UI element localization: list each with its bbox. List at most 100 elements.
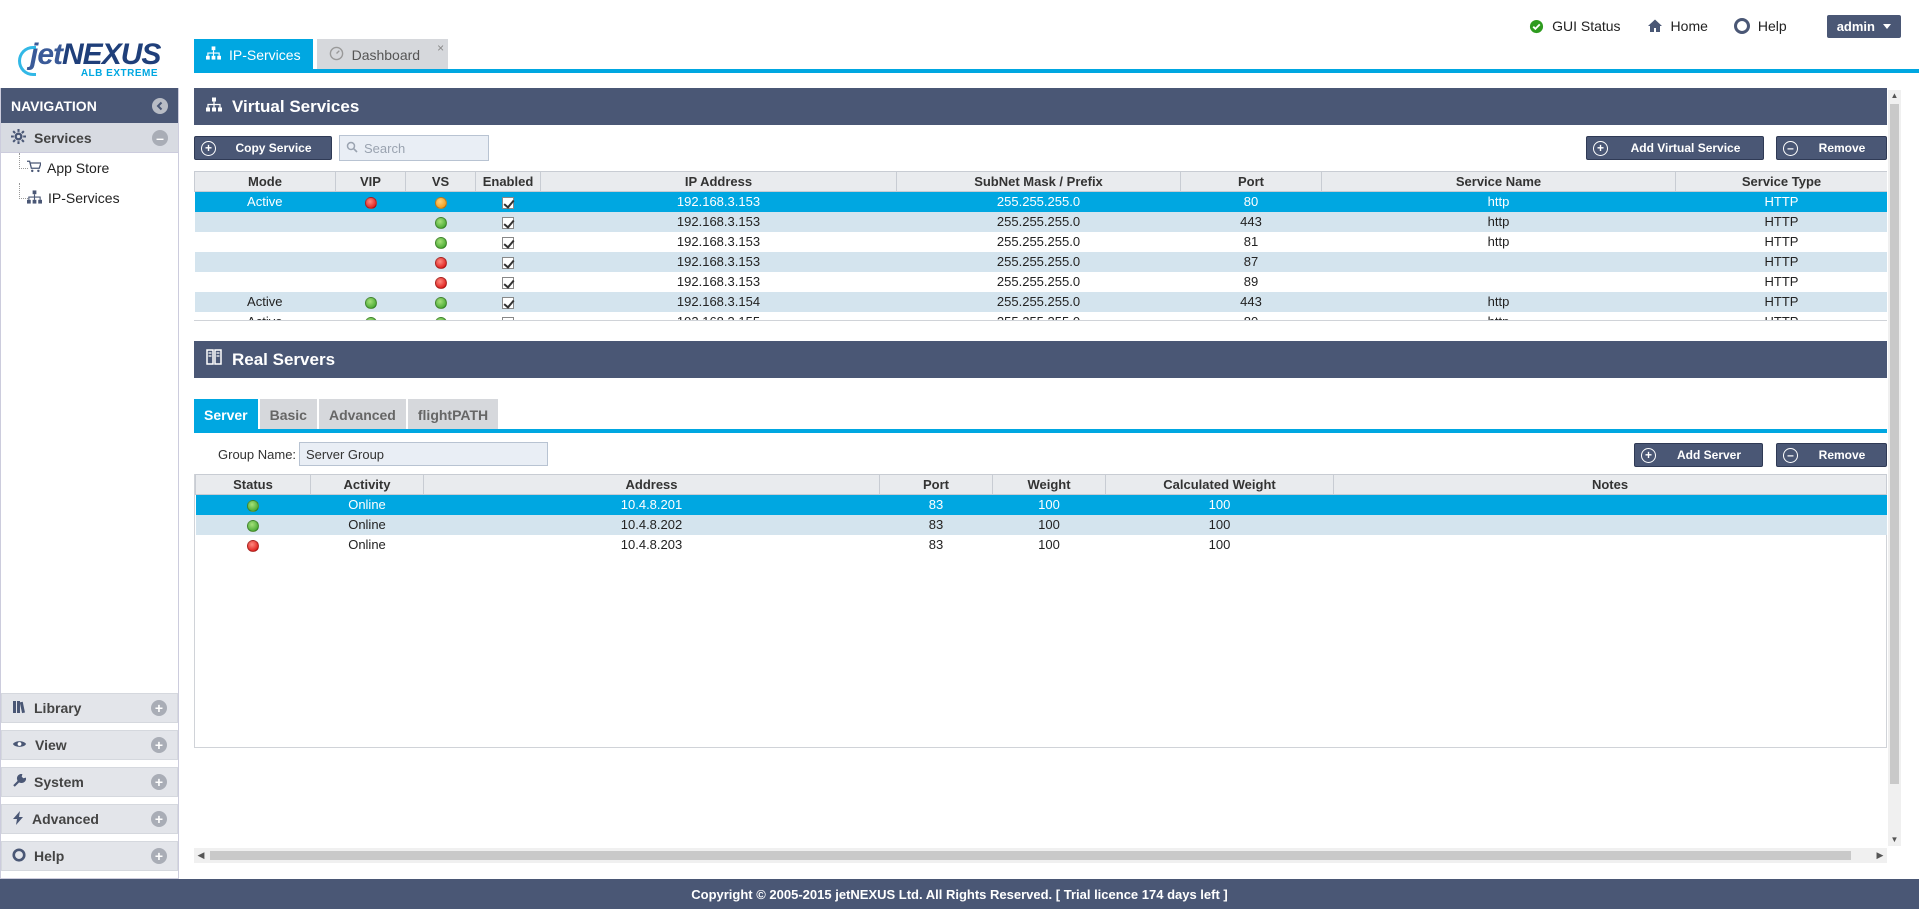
tab-dashboard[interactable]: Dashboard × xyxy=(316,39,449,70)
col-status[interactable]: Status xyxy=(195,474,311,495)
col-activity[interactable]: Activity xyxy=(310,474,424,495)
cell-address: 10.4.8.203 xyxy=(620,537,683,552)
user-menu-button[interactable]: admin xyxy=(1826,14,1901,38)
table-row[interactable]: 192.168.3.153 255.255.255.0 87 HTTP xyxy=(194,251,1887,272)
col-address[interactable]: Address xyxy=(423,474,880,495)
status-red-icon xyxy=(246,539,259,552)
group-name-field[interactable]: Server Group xyxy=(299,442,548,466)
col-port[interactable]: Port xyxy=(879,474,993,495)
expand-icon[interactable]: + xyxy=(151,774,167,790)
check-circle-icon xyxy=(1528,18,1544,34)
cell-port: 443 xyxy=(1180,211,1322,232)
remove-server-button[interactable]: – Remove xyxy=(1776,443,1887,467)
col-ip-address[interactable]: IP Address xyxy=(540,171,897,192)
cell-enabled xyxy=(476,272,541,292)
status-red-icon xyxy=(434,276,447,289)
network-icon xyxy=(206,97,222,117)
col-calculated-weight[interactable]: Calculated Weight xyxy=(1105,474,1334,495)
col-vip[interactable]: VIP xyxy=(335,171,406,192)
table-row[interactable]: Online 10.4.8.203 83 100 100 xyxy=(196,535,1887,555)
scroll-down-icon[interactable]: ▼ xyxy=(1888,834,1901,846)
tab-advanced[interactable]: Advanced xyxy=(318,399,406,430)
collapse-sidebar-icon[interactable] xyxy=(152,97,168,114)
col-mode[interactable]: Mode xyxy=(194,171,336,192)
tab-server[interactable]: Server xyxy=(194,399,258,430)
help-link[interactable]: Help xyxy=(1733,18,1787,34)
enabled-checkbox[interactable] xyxy=(502,196,514,209)
table-row[interactable]: Online 10.4.8.202 83 100 100 xyxy=(195,514,1887,535)
cell-vip xyxy=(336,312,406,320)
nav-item-ip-services[interactable]: IP-Services xyxy=(1,183,178,213)
add-server-button[interactable]: + Add Server xyxy=(1634,443,1763,467)
scrollbar-thumb[interactable] xyxy=(1890,104,1899,784)
col-service-type[interactable]: Service Type xyxy=(1675,171,1887,192)
table-row[interactable]: 192.168.3.153 255.255.255.0 443 http HTTP xyxy=(194,211,1887,232)
cell-address: 10.4.8.201 xyxy=(423,494,880,515)
enabled-checkbox[interactable] xyxy=(502,236,514,249)
enabled-checkbox[interactable] xyxy=(502,216,514,229)
nav-section-services[interactable]: Services – xyxy=(1,123,178,153)
col-subnet[interactable]: SubNet Mask / Prefix xyxy=(896,171,1181,192)
nav-section-view[interactable]: View + xyxy=(1,730,178,760)
tab-ip-services[interactable]: IP-Services xyxy=(194,39,313,70)
scroll-right-icon[interactable]: ▶ xyxy=(1873,848,1887,863)
copy-service-button[interactable]: + Copy Service xyxy=(194,136,332,160)
remove-virtual-service-button[interactable]: – Remove xyxy=(1776,136,1887,160)
table-row[interactable]: Active 192.168.3.155255.255.255.080httpHT… xyxy=(195,312,1888,320)
col-enabled[interactable]: Enabled xyxy=(475,171,541,192)
table-row[interactable]: Online 10.4.8.201 83 100 100 xyxy=(195,494,1887,515)
col-notes[interactable]: Notes xyxy=(1333,474,1887,495)
books-icon xyxy=(12,700,26,717)
nav-section-library[interactable]: Library + xyxy=(1,693,178,723)
cell-vs xyxy=(406,312,476,320)
enabled-checkbox[interactable] xyxy=(502,256,514,269)
nav-section-system[interactable]: System + xyxy=(1,767,178,797)
nav-section-label: Help xyxy=(34,848,65,864)
horizontal-scrollbar[interactable]: ◀ ▶ xyxy=(194,848,1887,863)
enabled-checkbox[interactable] xyxy=(502,316,514,320)
close-icon[interactable]: × xyxy=(437,41,444,55)
cell-subnet: 255.255.255.0 xyxy=(996,234,1081,249)
table-row[interactable]: Active 192.168.3.153 255.255.255.0 80 http HT… xyxy=(194,191,1887,212)
col-service-name[interactable]: Service Name xyxy=(1321,171,1676,192)
cell-vs xyxy=(405,251,476,272)
group-name-label: Group Name: xyxy=(218,447,297,462)
search-input[interactable]: Search xyxy=(339,135,489,161)
scroll-left-icon[interactable]: ◀ xyxy=(194,848,208,863)
gui-status-link[interactable]: GUI Status xyxy=(1528,18,1621,34)
cell-weight: 100 xyxy=(992,514,1106,535)
vertical-scrollbar[interactable]: ▲ ▼ xyxy=(1888,90,1901,846)
col-vs[interactable]: VS xyxy=(405,171,476,192)
expand-icon[interactable]: + xyxy=(151,700,167,716)
table-row[interactable]: 192.168.3.153 255.255.255.0 81 http HTTP xyxy=(195,232,1888,252)
cell-activity: Online xyxy=(310,514,424,535)
cell-enabled xyxy=(475,211,541,232)
button-label: Remove xyxy=(1818,141,1866,155)
tab-basic[interactable]: Basic xyxy=(259,399,317,430)
cell-vip xyxy=(335,291,406,312)
cell-ip-address: 192.168.3.153 xyxy=(676,274,761,289)
tab-flightpath[interactable]: flightPATH xyxy=(407,399,499,430)
expand-icon[interactable]: + xyxy=(151,811,167,827)
cell-service-name xyxy=(1321,251,1676,272)
expand-icon[interactable]: + xyxy=(151,848,167,864)
cell-port: 83 xyxy=(879,514,993,535)
scroll-up-icon[interactable]: ▲ xyxy=(1888,90,1901,102)
nav-item-app-store[interactable]: App Store xyxy=(1,153,178,183)
cell-address: 10.4.8.202 xyxy=(423,514,880,535)
enabled-checkbox[interactable] xyxy=(502,296,514,309)
scrollbar-thumb[interactable] xyxy=(210,851,1851,860)
nav-section-advanced[interactable]: Advanced + xyxy=(1,804,178,834)
col-port[interactable]: Port xyxy=(1180,171,1322,192)
nav-section-help[interactable]: Help + xyxy=(1,841,178,871)
status-green-icon xyxy=(434,316,447,320)
add-virtual-service-button[interactable]: + Add Virtual Service xyxy=(1586,136,1764,160)
footer: Copyright © 2005-2015 jetNEXUS Ltd. All … xyxy=(0,879,1919,909)
table-row[interactable]: 192.168.3.153 255.255.255.0 89 HTTP xyxy=(195,272,1888,292)
col-weight[interactable]: Weight xyxy=(992,474,1106,495)
expand-icon[interactable]: + xyxy=(151,737,167,753)
enabled-checkbox[interactable] xyxy=(502,276,514,289)
home-link[interactable]: Home xyxy=(1647,18,1708,34)
table-row[interactable]: Active 192.168.3.154 255.255.255.0 443 http H… xyxy=(194,291,1887,312)
collapse-icon[interactable]: – xyxy=(152,129,168,146)
